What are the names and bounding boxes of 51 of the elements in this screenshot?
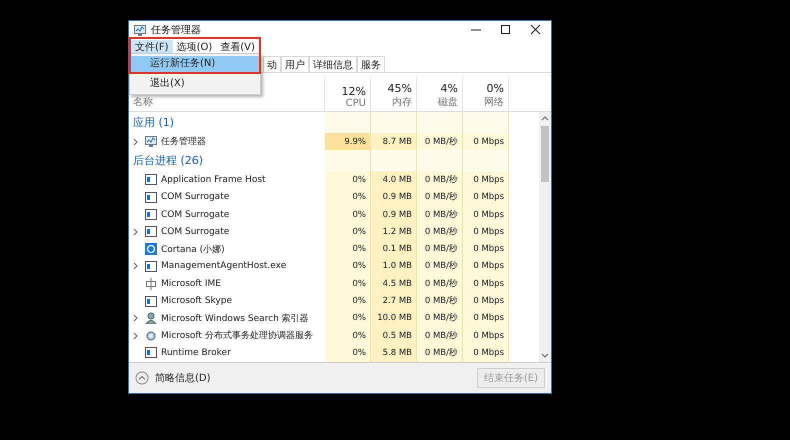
table-cell: 0% [325,171,371,189]
window-title: 任务管理器 [151,24,201,37]
table-cell: 0% [325,310,371,327]
table-cell: 0% [325,258,371,276]
table-cell: 0 Mbps [463,188,509,206]
table-cell: 0 MB/秒 [417,344,463,362]
table-cell: 0 Mbps [463,310,509,327]
table-cell: 1.2 MB [371,223,417,240]
table-cell: 0 MB/秒 [417,206,463,224]
table-cell: 4.0 MB [371,171,417,189]
table-cell: 1.0 MB [371,258,417,276]
table-cell: 0 MB/秒 [417,188,463,206]
table-cell: 0 Mbps [463,206,509,224]
table-cell: 0 Mbps [463,275,509,292]
table-cell: 0.5 MB [371,326,417,344]
table-cell: 0 Mbps [463,258,509,276]
table-cell: 0 MB/秒 [417,240,463,258]
table-cell: 0 MB/秒 [417,292,463,310]
table-cell: 5.8 MB [371,344,417,362]
table-cell: 0% [325,188,371,206]
table-cell: 0 Mbps [463,133,509,150]
table-cell: 0 MB/秒 [417,275,463,292]
group-heading: 后台进程 (26) [133,153,204,168]
table-cell: 0.9 MB [371,188,417,206]
table-cell: 0 MB/秒 [417,326,463,344]
table-cell: 0 MB/秒 [417,310,463,327]
table-cell: 0 MB/秒 [417,258,463,276]
table-cell: 4.5 MB [371,275,417,292]
table-cell: 0% [325,206,371,224]
table-cell: 0 Mbps [463,171,509,189]
table-cell: 0 MB/秒 [417,223,463,240]
table-cell: 0 Mbps [463,240,509,258]
table-cell: 2.7 MB [371,292,417,310]
table-cell: 0 Mbps [463,292,509,310]
table-cell: 0% [325,326,371,344]
table-cell: 0.9 MB [371,206,417,224]
table-cell: 0 Mbps [463,223,509,240]
table-cell: 10.0 MB [371,310,417,327]
table-cell: 0% [325,240,371,258]
table-cell: 0% [325,223,371,240]
table-cell: 9.9% [325,133,371,150]
table-cell: 0 MB/秒 [417,171,463,189]
table-cell: 0% [325,344,371,362]
table-cell: 0 Mbps [463,326,509,344]
table-cell: 8.7 MB [371,133,417,150]
table-cell: 0 Mbps [463,344,509,362]
group-heading: 应用 (1) [133,115,174,130]
table-cell: 0% [325,292,371,310]
table-cell: 0 MB/秒 [417,133,463,150]
table-cell: 0% [325,275,371,292]
table-cell: 0.1 MB [371,240,417,258]
